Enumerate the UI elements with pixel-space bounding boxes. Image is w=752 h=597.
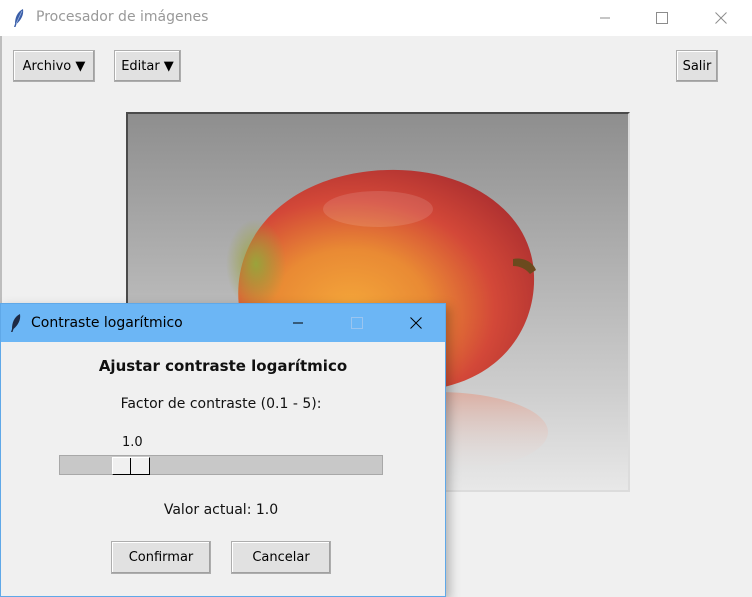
slider-value-label: 1.0 <box>122 435 143 450</box>
archivo-menu-button[interactable]: Archivo ▼ <box>13 50 95 82</box>
contrast-slider[interactable] <box>59 455 383 475</box>
confirm-button[interactable]: Confirmar <box>111 541 211 574</box>
close-icon <box>715 12 727 24</box>
current-value-text: Valor actual: 1.0 <box>163 502 279 518</box>
cancel-button[interactable]: Cancelar <box>231 541 331 574</box>
maximize-icon <box>656 12 668 24</box>
feather-icon <box>14 9 24 27</box>
editar-menu-button[interactable]: Editar ▼ <box>114 50 181 82</box>
salir-button[interactable]: Salir <box>676 50 718 82</box>
main-titlebar[interactable]: Procesador de imágenes <box>0 0 752 36</box>
minimize-button[interactable] <box>576 0 634 36</box>
contrast-dialog: Contraste logarítmico Ajustar contraste … <box>0 303 446 597</box>
minimize-icon <box>600 17 610 19</box>
window-title: Procesador de imágenes <box>36 9 209 25</box>
close-button[interactable] <box>692 0 750 36</box>
dialog-titlebar[interactable]: Contraste logarítmico <box>1 304 445 342</box>
dialog-minimize-button[interactable] <box>269 304 327 342</box>
dialog-heading: Ajustar contraste logarítmico <box>98 357 348 375</box>
dialog-title: Contraste logarítmico <box>31 315 183 331</box>
factor-label: Factor de contraste (0.1 - 5): <box>120 396 322 412</box>
slider-handle[interactable] <box>112 457 150 475</box>
dialog-maximize-button[interactable] <box>328 304 386 342</box>
minimize-icon <box>293 322 303 324</box>
slider-handle-notch <box>130 458 131 474</box>
maximize-icon <box>351 317 363 329</box>
close-icon <box>410 317 422 329</box>
dialog-close-button[interactable] <box>387 304 445 342</box>
maximize-button[interactable] <box>633 0 691 36</box>
feather-icon <box>11 314 21 332</box>
